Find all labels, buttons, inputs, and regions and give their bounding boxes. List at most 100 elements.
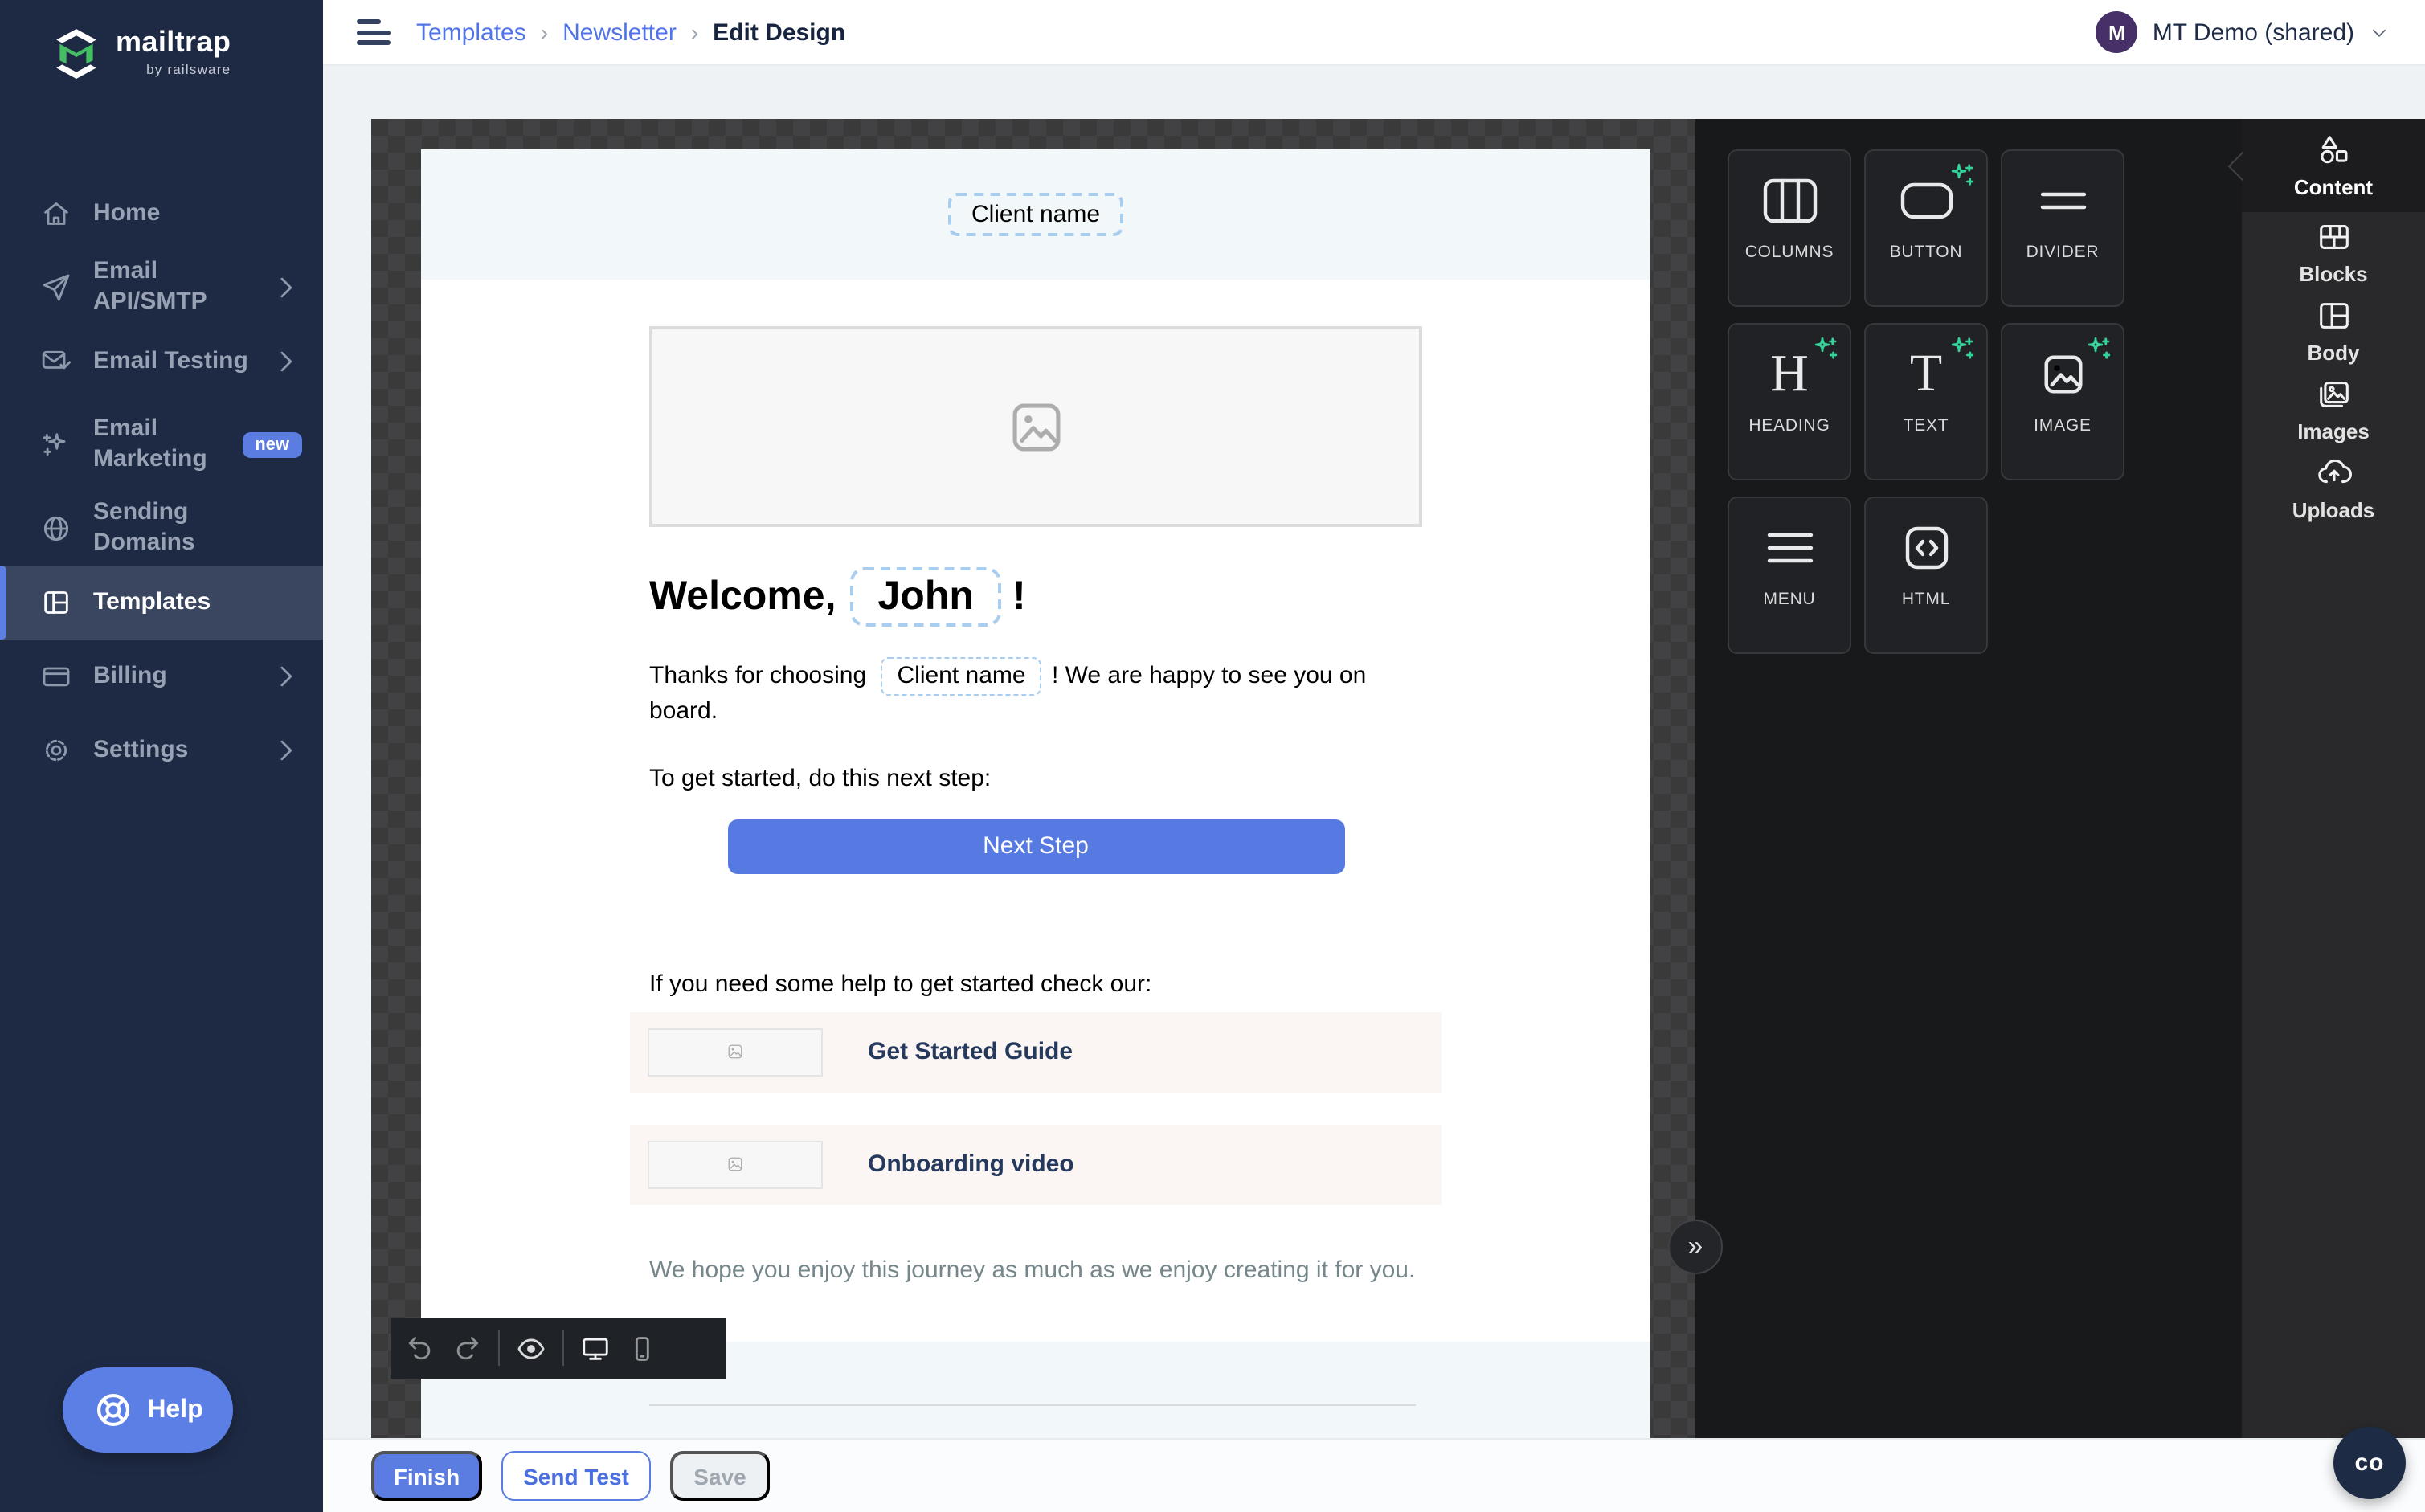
- email-help-paragraph[interactable]: If you need some help to get started che…: [649, 970, 1422, 997]
- image-icon: [2039, 349, 2087, 398]
- sidebar-item-label: Email Testing: [93, 346, 248, 374]
- heading-icon: H: [1770, 345, 1809, 403]
- email-next-step-paragraph[interactable]: To get started, do this next step:: [649, 764, 1422, 791]
- tile-label: COLUMNS: [1744, 242, 1834, 261]
- block-tile-heading[interactable]: H HEADING: [1728, 323, 1851, 480]
- rail-tab-label: Content: [2293, 175, 2374, 199]
- send-test-button[interactable]: Send Test: [501, 1451, 651, 1501]
- client-name-variable-chip[interactable]: Client name: [948, 193, 1123, 236]
- main-area: Templates › Newsletter › Edit Design M M…: [323, 0, 2425, 1512]
- chevron-right-icon: [270, 734, 302, 766]
- email-header-section[interactable]: Client name: [421, 149, 1650, 280]
- tile-label: MENU: [1763, 589, 1816, 608]
- globe-icon: [40, 513, 72, 545]
- block-tile-menu[interactable]: MENU: [1728, 497, 1851, 654]
- email-image-placeholder[interactable]: [649, 326, 1422, 527]
- chevron-right-icon: [270, 660, 302, 693]
- toolbar-divider: [498, 1330, 500, 1366]
- columns-icon: [1760, 176, 1818, 224]
- sidebar-item-email-api-smtp[interactable]: Email API/SMTP: [0, 251, 323, 325]
- rail-tab-label: Body: [2307, 340, 2360, 364]
- sidebar-item-email-testing[interactable]: Email Testing: [0, 325, 323, 398]
- email-closing-paragraph[interactable]: We hope you enjoy this journey as much a…: [649, 1256, 1422, 1283]
- brand-name: mailtrap: [116, 26, 231, 58]
- content-blocks-panel: » COLUMNS BUTTON DIVIDER H HEADING T TEX…: [1668, 119, 2242, 1438]
- sidebar-item-label: Sending Domains: [93, 498, 195, 557]
- rail-tab-label: Blocks: [2299, 261, 2368, 285]
- paper-plane-icon: [40, 272, 72, 304]
- button-icon: [1897, 176, 1955, 224]
- block-tile-html[interactable]: HTML: [1864, 497, 1988, 654]
- email-cta-block: Next Step: [630, 819, 1442, 873]
- block-tile-button[interactable]: BUTTON: [1864, 149, 1988, 307]
- save-button[interactable]: Save: [670, 1451, 770, 1501]
- desktop-view-icon[interactable]: [580, 1333, 611, 1363]
- email-thanks-paragraph[interactable]: Thanks for choosing Client name ! We are…: [649, 657, 1422, 729]
- client-name-variable-chip[interactable]: Client name: [881, 657, 1042, 697]
- tile-label: HEADING: [1748, 415, 1830, 435]
- bricks-icon: [2315, 218, 2352, 255]
- rail-tab-content[interactable]: Content: [2227, 119, 2425, 212]
- sidebar-toggle-icon[interactable]: [357, 19, 392, 45]
- next-step-button[interactable]: Next Step: [727, 819, 1344, 873]
- sidebar-item-billing[interactable]: Billing: [0, 640, 323, 713]
- block-tile-columns[interactable]: COLUMNS: [1728, 149, 1851, 307]
- first-name-variable-chip[interactable]: John: [850, 567, 1001, 627]
- undo-icon[interactable]: [405, 1333, 436, 1363]
- rail-tab-label: Uploads: [2292, 497, 2375, 521]
- sidebar-item-sending-domains[interactable]: Sending Domains: [0, 492, 323, 566]
- help-button[interactable]: Help: [63, 1367, 233, 1453]
- collapse-panel-button[interactable]: »: [1668, 1220, 1723, 1274]
- mailtrap-logo[interactable]: mailtrap by railsware: [0, 0, 323, 80]
- sidebar-item-label: Email API/SMTP: [93, 257, 207, 316]
- rail-tab-body[interactable]: Body: [2242, 291, 2425, 370]
- redo-icon[interactable]: [452, 1333, 482, 1363]
- sidebar-nav: Home Email API/SMTP Email Testing Email …: [0, 177, 323, 787]
- ai-sparkle-icon: [1948, 336, 1975, 363]
- mailtrap-logo-icon: [56, 29, 96, 79]
- sidebar-item-label: Settings: [93, 735, 189, 763]
- rail-tab-blocks[interactable]: Blocks: [2242, 212, 2425, 291]
- account-menu[interactable]: M MT Demo (shared): [2096, 11, 2390, 53]
- image-placeholder-icon: [726, 1155, 744, 1173]
- tile-label: BUTTON: [1889, 242, 1963, 261]
- sidebar: mailtrap by railsware Home Email API/SMT…: [0, 0, 323, 1512]
- home-icon: [40, 198, 72, 230]
- sidebar-item-email-marketing[interactable]: Email Marketing new: [0, 398, 323, 492]
- tile-label: IMAGE: [2034, 415, 2092, 435]
- tile-label: TEXT: [1903, 415, 1949, 435]
- resource-thumbnail: [648, 1028, 823, 1076]
- block-tiles-grid: COLUMNS BUTTON DIVIDER H HEADING T TEXT …: [1728, 149, 2242, 654]
- chat-widget-button[interactable]: co: [2333, 1427, 2406, 1499]
- breadcrumb-templates[interactable]: Templates: [416, 18, 526, 46]
- sidebar-item-home[interactable]: Home: [0, 177, 323, 251]
- chevron-right-icon: [270, 345, 302, 378]
- block-tile-image[interactable]: IMAGE: [2001, 323, 2124, 480]
- resource-row-onboarding-video[interactable]: Onboarding video: [630, 1124, 1442, 1204]
- email-welcome-heading[interactable]: Welcome, John !: [649, 567, 1422, 627]
- finish-button[interactable]: Finish: [371, 1451, 482, 1501]
- preview-eye-icon[interactable]: [516, 1333, 546, 1363]
- top-bar: Templates › Newsletter › Edit Design M M…: [323, 0, 2425, 66]
- breadcrumb-newsletter[interactable]: Newsletter: [562, 18, 677, 46]
- body-layout-icon: [2315, 296, 2352, 333]
- html-code-icon: [1902, 523, 1950, 571]
- image-placeholder-icon: [726, 1043, 744, 1060]
- content-shapes-icon: [2315, 132, 2352, 169]
- resource-label: Onboarding video: [868, 1150, 1074, 1178]
- rail-tab-uploads[interactable]: Uploads: [2242, 448, 2425, 527]
- chevron-down-icon: [2369, 22, 2390, 43]
- tile-label: DIVIDER: [2026, 242, 2100, 261]
- ai-sparkle-icon: [1811, 336, 1838, 363]
- email-preview[interactable]: Client name Welcome, John ! Thanks for c…: [421, 149, 1650, 1438]
- mobile-view-icon[interactable]: [627, 1333, 657, 1363]
- rail-tab-images[interactable]: Images: [2242, 370, 2425, 448]
- photos-icon: [2315, 375, 2352, 412]
- block-tile-text[interactable]: T TEXT: [1864, 323, 1988, 480]
- resource-row-get-started-guide[interactable]: Get Started Guide: [630, 1011, 1442, 1092]
- block-tile-divider[interactable]: DIVIDER: [2001, 149, 2124, 307]
- sidebar-item-templates[interactable]: Templates: [0, 566, 323, 640]
- bottom-action-bar: Finish Send Test Save: [323, 1438, 2425, 1512]
- divider-icon: [2034, 176, 2092, 224]
- sidebar-item-settings[interactable]: Settings: [0, 713, 323, 787]
